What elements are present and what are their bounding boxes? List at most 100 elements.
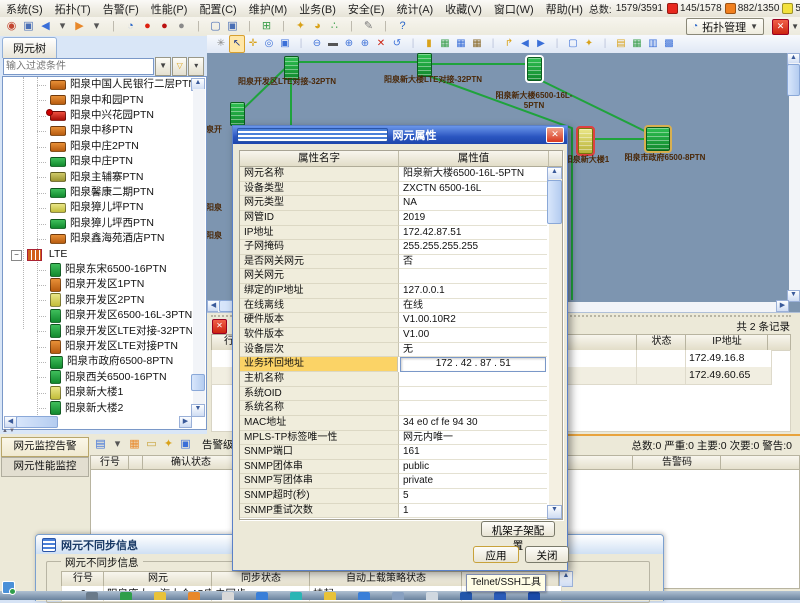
property-value[interactable]: V1.00.10R2 (399, 313, 547, 328)
taskbar-icon[interactable] (426, 592, 438, 600)
tab-ne-monitor-alarms[interactable]: 网元监控告警 (1, 437, 89, 457)
tree-item[interactable]: 阳泉市政府6500-8PTN (3, 355, 192, 370)
alarm-lamp-icon[interactable]: ● (156, 18, 173, 35)
taskbar-icon[interactable] (392, 592, 404, 600)
grid-icon[interactable]: ▥ (645, 36, 661, 52)
property-row[interactable]: 网关网元 (240, 269, 548, 284)
window-icon[interactable]: ▢ (565, 36, 581, 52)
property-value[interactable] (399, 401, 547, 416)
tree-item[interactable]: 阳泉中兴花园PTN (3, 109, 192, 124)
menu-item[interactable]: 配置(C) (193, 1, 242, 17)
forward-icon[interactable]: ▶ (71, 18, 88, 35)
zoom-out-icon[interactable]: ⊖ (309, 36, 325, 52)
property-row[interactable]: 业务环回地址 172 . 42 . 87 . 51 (240, 357, 548, 372)
view-selector-combo[interactable]: ◔ 拓扑管理 ▼ (686, 18, 764, 35)
taskbar-icon[interactable] (324, 592, 336, 600)
menu-item[interactable]: 系统(S) (0, 1, 49, 17)
scrollbar-track[interactable] (193, 89, 205, 405)
property-value[interactable]: private (399, 474, 547, 489)
property-row[interactable]: SNMP团体串 public (240, 460, 548, 475)
undo-icon[interactable]: ↺ (389, 36, 405, 52)
record-ip-cell[interactable]: 172.49.60.65 (685, 367, 772, 385)
topology-node[interactable] (417, 53, 432, 77)
alarm-lamp-muted-icon[interactable]: ● (173, 18, 190, 35)
globe-icon[interactable]: ◔ (122, 18, 139, 35)
property-row[interactable]: SNMP写团体串 private (240, 474, 548, 489)
property-value[interactable] (399, 387, 547, 402)
column-header[interactable] (767, 334, 791, 351)
property-row[interactable]: 设备类型 ZXCTN 6500-16L (240, 182, 548, 197)
caret-icon[interactable]: ▾ (109, 436, 126, 453)
separator[interactable]: | (405, 36, 421, 52)
image-icon[interactable]: ▦ (437, 36, 453, 52)
topology-link[interactable] (430, 63, 527, 65)
taskbar-icon[interactable] (154, 592, 166, 600)
collapse-icon[interactable]: − (11, 250, 22, 261)
property-value[interactable]: 网元内唯一 (399, 431, 547, 446)
chevron-down-icon[interactable]: ▼ (791, 22, 799, 31)
property-row[interactable]: MAC地址 34 e0 cf fe 94 30 (240, 416, 548, 431)
tree-item[interactable]: 阳泉獐儿坪PTN (3, 201, 192, 216)
record-status-cell[interactable] (636, 350, 690, 368)
topology-link[interactable] (297, 61, 417, 63)
key-icon[interactable]: ✦ (292, 18, 309, 35)
tree-item[interactable]: 阳泉中庄PTN (3, 155, 192, 170)
property-row[interactable]: IP地址 172.42.87.51 (240, 226, 548, 241)
menu-item[interactable]: 性能(P) (145, 1, 194, 17)
separator[interactable]: | (485, 36, 501, 52)
tab-ne-performance[interactable]: 网元性能监控 (1, 457, 89, 477)
tree-item-lte[interactable]: − LTE (3, 247, 192, 262)
topology-link[interactable] (240, 67, 287, 112)
property-value[interactable]: public (399, 460, 547, 475)
magnifier-icon[interactable]: ◎ (261, 36, 277, 52)
lock-icon[interactable]: ▮ (421, 36, 437, 52)
tree-item[interactable]: 阳泉西关6500-16PTN (3, 370, 192, 385)
forward-caret-icon[interactable]: ▾ (88, 18, 105, 35)
rack-shelf-config-button[interactable]: 机架子架配置 (481, 521, 555, 537)
tree-item[interactable]: 阳泉开发区2PTN (3, 293, 192, 308)
separator[interactable]: | (597, 36, 613, 52)
tree-item[interactable]: 阳泉新大楼1 (3, 386, 192, 401)
property-value[interactable]: 172.42.87.51 (399, 226, 547, 241)
forward-icon[interactable]: ▶ (533, 36, 549, 52)
funnel-icon[interactable]: ▽ (172, 57, 188, 76)
menu-item[interactable]: 拓扑(T) (49, 1, 97, 17)
taskbar-icon[interactable] (460, 592, 472, 600)
topology-link[interactable] (592, 138, 646, 140)
record-status-cell[interactable] (636, 367, 690, 385)
topology-node[interactable] (646, 127, 670, 151)
tree-item[interactable]: 阳泉鑫海苑酒店PTN (3, 232, 192, 247)
topology-link[interactable] (571, 128, 573, 300)
menu-item[interactable]: 窗口(W) (488, 1, 540, 17)
select-cursor-icon[interactable]: ↖ (229, 35, 245, 53)
property-value[interactable]: 5 (399, 489, 547, 504)
user-icon[interactable]: ◉ (3, 18, 20, 35)
scroll-right-button[interactable]: ▶ (179, 416, 192, 428)
fit-screen-icon[interactable]: ⊞ (258, 18, 275, 35)
property-value[interactable]: 无 (399, 343, 547, 358)
property-row[interactable]: 是否网关网元 否 (240, 255, 548, 270)
separator[interactable]: | (549, 36, 565, 52)
property-value[interactable]: ZXCTN 6500-16L (399, 182, 547, 197)
taskbar-icon[interactable] (528, 592, 540, 600)
close-button[interactable]: 关闭 (525, 546, 569, 563)
link-icon[interactable]: ∴ (326, 18, 343, 35)
menu-item[interactable]: 告警(F) (97, 1, 145, 17)
property-value[interactable]: 34 e0 cf fe 94 30 (399, 416, 547, 431)
scrollbar-thumb[interactable] (547, 180, 562, 224)
filter-more-caret[interactable]: ▾ (188, 57, 204, 76)
property-value[interactable]: 127.0.0.1 (399, 284, 547, 299)
property-value[interactable]: 161 (399, 445, 547, 460)
property-value[interactable]: 在线 (399, 299, 547, 314)
tree-item[interactable]: 阳泉新大楼2 (3, 401, 192, 416)
scrollbar-thumb[interactable] (787, 64, 800, 96)
property-value[interactable]: NA (399, 196, 547, 211)
separator[interactable]: | (241, 18, 258, 35)
property-row[interactable]: SNMP重试次数 1 (240, 504, 548, 519)
wrench-icon[interactable]: ✦ (160, 436, 177, 453)
menu-item[interactable]: 业务(B) (293, 1, 342, 17)
grid-icon[interactable]: ▩ (661, 36, 677, 52)
scrollbar-button[interactable]: ▲ (559, 571, 573, 587)
property-row[interactable]: 在线离线 在线 (240, 299, 548, 314)
separator[interactable]: | (293, 36, 309, 52)
